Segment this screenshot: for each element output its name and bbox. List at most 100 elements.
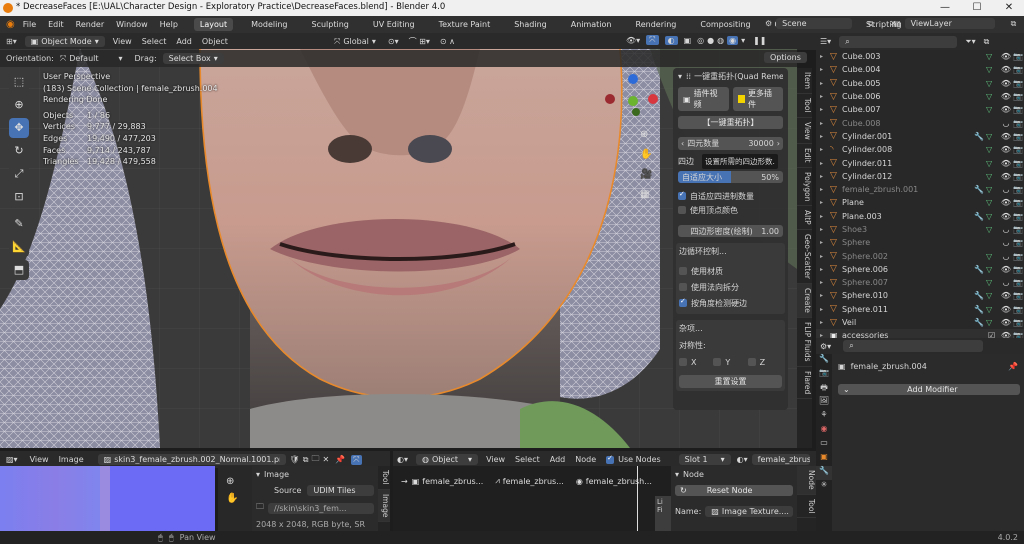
- expand-icon[interactable]: ▸: [820, 292, 830, 299]
- render-icon[interactable]: 📷: [1012, 305, 1024, 314]
- outliner-search-input[interactable]: ⌕: [839, 35, 958, 48]
- render-icon[interactable]: 📷: [1012, 159, 1024, 168]
- camera-view-icon[interactable]: 🎥: [640, 169, 656, 185]
- perspective-toggle-icon[interactable]: ▦: [640, 189, 656, 205]
- node-menu-select[interactable]: Select: [515, 455, 540, 464]
- render-icon[interactable]: 📷: [1012, 265, 1024, 274]
- image-selector[interactable]: ▨ skin3_female_zbrush.002_Normal.1001.pn…: [97, 454, 286, 465]
- viewlayer-selector[interactable]: ▤ ViewLayer ⧉ ✕: [893, 18, 1024, 29]
- outliner-row[interactable]: ▸ ◝ Cylinder.008 ▽ 👁 📷: [816, 143, 1024, 156]
- material-icon[interactable]: ▽: [986, 79, 1000, 88]
- uv-sync-icon[interactable]: ⤧: [351, 454, 362, 465]
- eye-icon[interactable]: 👁: [1000, 65, 1012, 74]
- modifier-icon[interactable]: 🔧: [974, 318, 986, 327]
- quad-count-field[interactable]: ‹ 四元数量 30000 ›: [678, 137, 783, 150]
- render-icon[interactable]: 📷: [1012, 238, 1024, 247]
- checkbox-normal-split[interactable]: 使用法向拆分: [679, 279, 782, 295]
- node-name-field[interactable]: ▨ Image Texture....: [705, 506, 793, 517]
- tab-texture-paint[interactable]: Texture Paint: [433, 18, 497, 31]
- eye-icon[interactable]: 👁: [1000, 145, 1012, 154]
- eye-closed-icon[interactable]: ◡: [1000, 185, 1012, 194]
- expand-icon[interactable]: ▸: [820, 146, 830, 153]
- plugin-video-button[interactable]: ▣ 插件视频: [678, 87, 729, 111]
- checkbox-vertex-color[interactable]: 使用顶点颜色: [678, 203, 783, 217]
- expand-icon[interactable]: ▸: [820, 133, 830, 140]
- annotate-tool-icon[interactable]: ✎: [9, 214, 29, 234]
- expand-icon[interactable]: ▸: [820, 319, 830, 326]
- material-icon[interactable]: ▽: [986, 52, 1000, 61]
- proportional-icon[interactable]: ⊙ ∧: [440, 37, 455, 46]
- retopo-button[interactable]: 【一键重拓扑】: [678, 116, 783, 129]
- expand-icon[interactable]: ▸: [820, 173, 830, 180]
- output-props-icon[interactable]: 🖶: [816, 382, 832, 396]
- eye-icon[interactable]: 👁: [1000, 159, 1012, 168]
- modifier-icon[interactable]: 🔧: [974, 132, 986, 141]
- material-icon[interactable]: ▽: [986, 252, 1000, 261]
- expand-icon[interactable]: ▸: [820, 53, 830, 60]
- scale-tool-icon[interactable]: ⤢: [9, 164, 29, 184]
- menu-render[interactable]: Render: [76, 20, 104, 29]
- modifier-icon[interactable]: 🔧: [974, 291, 986, 300]
- partial-node[interactable]: Li Fi: [655, 496, 671, 531]
- material-icon[interactable]: ▽: [986, 198, 1000, 207]
- outliner-row[interactable]: ▸ ▽ Veil 🔧 ▽ 👁 📷: [816, 316, 1024, 329]
- material-icon[interactable]: ▽: [986, 225, 1000, 234]
- scene-selector[interactable]: ⚙ Scene ⧉ ✕: [765, 18, 909, 29]
- shading-wire-icon[interactable]: ◎: [697, 36, 704, 45]
- menu-object[interactable]: Object: [202, 37, 228, 46]
- node-menu-view[interactable]: View: [486, 455, 505, 464]
- source-dropdown[interactable]: UDIM Tiles: [307, 485, 374, 496]
- expand-icon[interactable]: ▸: [820, 226, 830, 233]
- image-canvas[interactable]: [0, 466, 215, 531]
- render-icon[interactable]: 📷: [1012, 65, 1024, 74]
- select-tool-icon[interactable]: ⬚: [9, 72, 29, 92]
- outliner-collection-row[interactable]: ▸ ▣ accessories ☑ 👁 📷: [816, 329, 1024, 338]
- menu-select[interactable]: Select: [142, 37, 167, 46]
- shading-material-icon[interactable]: ◍: [717, 36, 724, 45]
- measure-tool-icon[interactable]: 📐: [9, 237, 29, 257]
- outliner-row[interactable]: ▸ ▽ Sphere.007 ▽ ◡ 📷: [816, 276, 1024, 289]
- slot-dropdown[interactable]: Slot 1 ▾: [678, 454, 731, 465]
- render-icon[interactable]: 📷: [1012, 105, 1024, 114]
- filter-icon[interactable]: ⏷▾: [965, 37, 975, 47]
- zoom-icon[interactable]: ⊕: [226, 476, 252, 487]
- material-icon[interactable]: ▽: [986, 185, 1000, 194]
- shading-options-icon[interactable]: ▾: [741, 36, 745, 45]
- shader-type-dropdown[interactable]: ◍ Object ▾: [416, 454, 479, 465]
- material-selector[interactable]: ◐▾ female_zbrush.0: [737, 454, 810, 465]
- expand-icon[interactable]: ▸: [820, 93, 830, 100]
- node-editor-icon[interactable]: ◐▾: [397, 455, 408, 464]
- eye-icon[interactable]: 👁: [1000, 172, 1012, 181]
- image-tab-image[interactable]: Image: [378, 489, 390, 523]
- tab-create[interactable]: Create: [797, 284, 812, 319]
- material-icon[interactable]: ▽: [986, 172, 1000, 181]
- menu-window[interactable]: Window: [116, 20, 148, 29]
- render-icon[interactable]: 📷: [1012, 92, 1024, 101]
- gizmo-icon[interactable]: ⤧: [646, 35, 659, 45]
- gizmo-y-icon[interactable]: [628, 96, 638, 106]
- eye-icon[interactable]: 👁: [1000, 265, 1012, 274]
- navigation-gizmo[interactable]: [602, 74, 662, 134]
- reset-node-button[interactable]: ↻ Reset Node: [675, 485, 793, 496]
- outliner-row[interactable]: ▸ ▽ Sphere ◡ 📷: [816, 236, 1024, 249]
- properties-search-input[interactable]: ⌕: [843, 340, 984, 352]
- pin-image-icon[interactable]: 📌: [335, 455, 345, 464]
- material-icon[interactable]: ▽: [986, 265, 1000, 274]
- view-layer-props-icon[interactable]: 🖼: [816, 396, 832, 410]
- world-props-icon[interactable]: ◉: [816, 424, 832, 438]
- new-viewlayer-icon[interactable]: ⧉: [1011, 19, 1017, 29]
- tab-flared[interactable]: Flared: [797, 367, 812, 399]
- open-image-icon[interactable]: 🗀: [312, 453, 320, 467]
- checkbox-hard-edges[interactable]: 按角度检测硬边: [679, 295, 782, 311]
- tab-animation[interactable]: Animation: [565, 18, 618, 31]
- move-tool-icon[interactable]: ✥: [9, 118, 29, 138]
- render-icon[interactable]: 📷: [1012, 225, 1024, 234]
- mode-dropdown[interactable]: ▣ Object Mode ▾: [24, 36, 105, 47]
- image-menu-view[interactable]: View: [30, 455, 49, 464]
- eye-icon[interactable]: 👁: [1000, 198, 1012, 207]
- modifier-icon[interactable]: 🔧: [974, 212, 986, 221]
- menu-edit[interactable]: Edit: [48, 20, 64, 29]
- material-icon[interactable]: ▽: [986, 132, 1000, 141]
- reset-settings-button[interactable]: 重置设置: [679, 375, 782, 388]
- increment-icon[interactable]: ›: [777, 139, 780, 148]
